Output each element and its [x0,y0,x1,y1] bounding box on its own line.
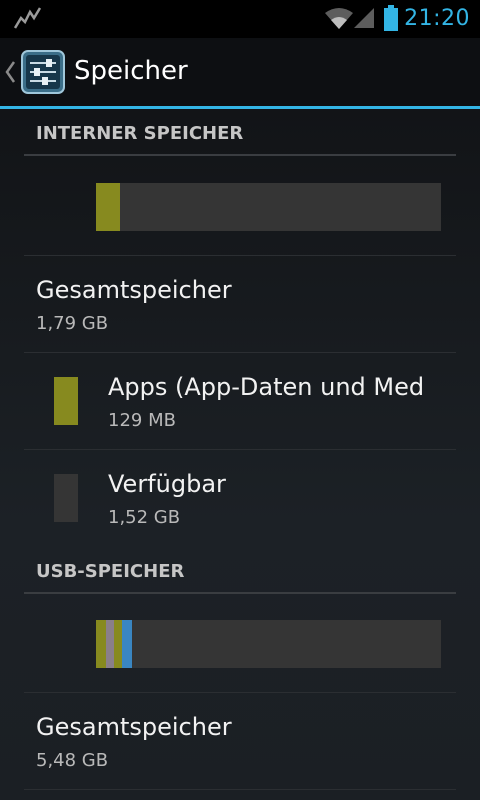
section-divider [24,154,456,156]
internal-usage-bar [96,183,441,231]
internal-total-label: Gesamtspeicher [36,276,232,304]
section-header-internal: INTERNER SPEICHER [36,123,244,144]
status-time: 21:20 [404,6,470,31]
signal-icon [354,8,374,28]
battery-icon [384,5,398,31]
divider [24,692,456,693]
wifi-icon [325,8,353,29]
usb-total-value: 5,48 GB [36,750,109,771]
action-bar: Speicher [0,38,480,106]
available-label: Verfügbar [108,470,226,498]
internal-total-value: 1,79 GB [36,313,109,334]
storage-list[interactable]: INTERNER SPEICHER Gesamtspeicher 1,79 GB… [0,109,480,800]
internal-apps-segment [96,183,121,231]
page-title: Speicher [74,56,188,86]
usb-usage-bar [96,620,441,668]
usb-segment [114,620,122,668]
settings-app-icon[interactable] [20,49,66,95]
usb-segment [106,620,114,668]
usb-total-label: Gesamtspeicher [36,713,232,741]
available-color-swatch [54,474,78,522]
usb-segment [96,620,106,668]
back-chevron-icon[interactable] [4,60,16,84]
divider [24,352,456,353]
usb-segment [122,620,132,668]
divider [24,449,456,450]
section-header-usb: USB-SPEICHER [36,561,185,582]
status-bar: 21:20 [0,0,480,38]
available-value: 1,52 GB [108,507,181,528]
divider [24,255,456,256]
activity-icon [14,7,42,29]
section-divider [24,592,456,594]
apps-color-swatch [54,377,78,425]
divider [24,789,456,790]
apps-value: 129 MB [108,410,176,431]
apps-label: Apps (App-Daten und Med [108,373,425,401]
